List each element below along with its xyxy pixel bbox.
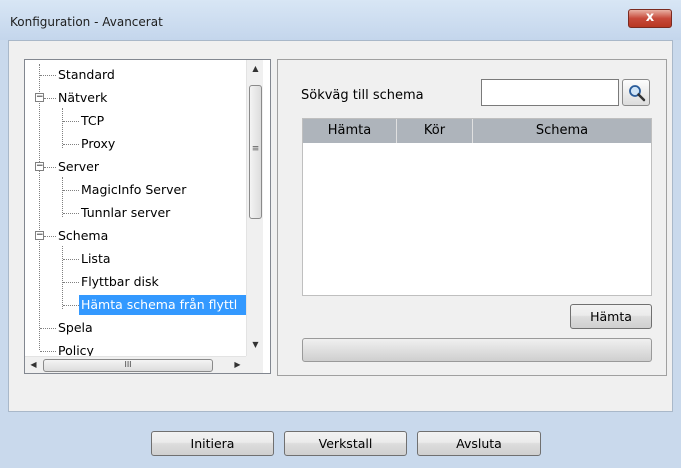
tree-connector	[63, 305, 79, 306]
column-header-hamta[interactable]: Hämta	[303, 119, 397, 143]
tree-item-lista[interactable]: Lista	[81, 249, 111, 269]
tree-item-flyttbar-disk[interactable]: Flyttbar disk	[81, 272, 159, 292]
tree-connector	[63, 121, 79, 122]
column-header-schema[interactable]: Schema	[473, 119, 651, 143]
initiate-button[interactable]: Initiera	[151, 431, 274, 456]
close-button[interactable]: x	[628, 9, 672, 28]
tree-connector	[62, 246, 63, 309]
tree-vertical-scrollbar[interactable]: ▲ ≡ ▼	[246, 60, 263, 356]
tree-connector	[40, 75, 56, 76]
tree-item-magicinfo-server[interactable]: MagicInfo Server	[81, 180, 186, 200]
vertical-scroll-thumb[interactable]: ≡	[249, 85, 262, 219]
tree-item-proxy[interactable]: Proxy	[81, 134, 115, 154]
scroll-up-arrow-icon[interactable]: ▲	[247, 64, 264, 73]
column-header-kor[interactable]: Kör	[397, 119, 473, 143]
window-title: Konfiguration - Avancerat	[10, 15, 163, 29]
quit-button[interactable]: Avsluta	[417, 431, 541, 456]
tree-item-schema[interactable]: Schema	[58, 226, 108, 246]
download-progress-bar	[302, 338, 652, 362]
scroll-grip-icon: ≡	[251, 144, 260, 154]
tree-connector	[40, 351, 56, 352]
collapse-toggle-server[interactable]: −	[35, 162, 44, 171]
tree-connector	[62, 177, 63, 217]
tree-connector	[40, 328, 56, 329]
tree-connector	[63, 144, 79, 145]
schedule-list[interactable]: Hämta Kör Schema	[302, 118, 652, 296]
scroll-left-arrow-icon[interactable]: ◀	[25, 360, 42, 369]
tree-connector	[44, 236, 56, 237]
tree-horizontal-scrollbar[interactable]: ◀ III ▶	[25, 356, 246, 373]
tree-connector	[63, 259, 79, 260]
tree-item-tunnlar-server[interactable]: Tunnlar server	[81, 203, 170, 223]
fetch-button[interactable]: Hämta	[570, 304, 652, 329]
tree-connector	[44, 167, 56, 168]
schedule-path-label: Sökväg till schema	[301, 88, 424, 103]
tree-item-spela[interactable]: Spela	[58, 318, 93, 338]
tree-connector	[44, 98, 56, 99]
tree-item-server[interactable]: Server	[58, 157, 99, 177]
tree-connector	[63, 213, 79, 214]
schedule-path-input[interactable]	[481, 79, 619, 106]
magnifier-icon	[629, 85, 646, 102]
collapse-toggle-natverk[interactable]: −	[35, 93, 44, 102]
tree-connector	[63, 190, 79, 191]
browse-button[interactable]	[622, 79, 650, 106]
tree-connector	[62, 108, 63, 148]
scroll-down-arrow-icon[interactable]: ▼	[247, 340, 264, 349]
schedule-list-header: Hämta Kör Schema	[303, 119, 651, 143]
apply-button[interactable]: Verkstall	[284, 431, 407, 456]
tree-item-natverk[interactable]: Nätverk	[58, 88, 107, 108]
title-bar[interactable]: Konfiguration - Avancerat x	[0, 0, 681, 40]
horizontal-scroll-thumb[interactable]: III	[43, 359, 213, 372]
scroll-right-arrow-icon[interactable]: ▶	[229, 360, 246, 369]
settings-tree[interactable]: − − − Standard Nätverk TCP Proxy Server …	[24, 59, 271, 374]
tree-connector	[39, 64, 40, 350]
scroll-corner	[246, 356, 263, 373]
tree-connector	[63, 282, 79, 283]
tree-item-hamta-schema[interactable]: Hämta schema från flyttl	[79, 295, 246, 315]
config-window: Konfiguration - Avancerat x − − − Standa…	[0, 0, 681, 468]
collapse-toggle-schema[interactable]: −	[35, 231, 44, 240]
tree-item-tcp[interactable]: TCP	[81, 111, 104, 131]
tree-item-standard[interactable]: Standard	[58, 65, 115, 85]
